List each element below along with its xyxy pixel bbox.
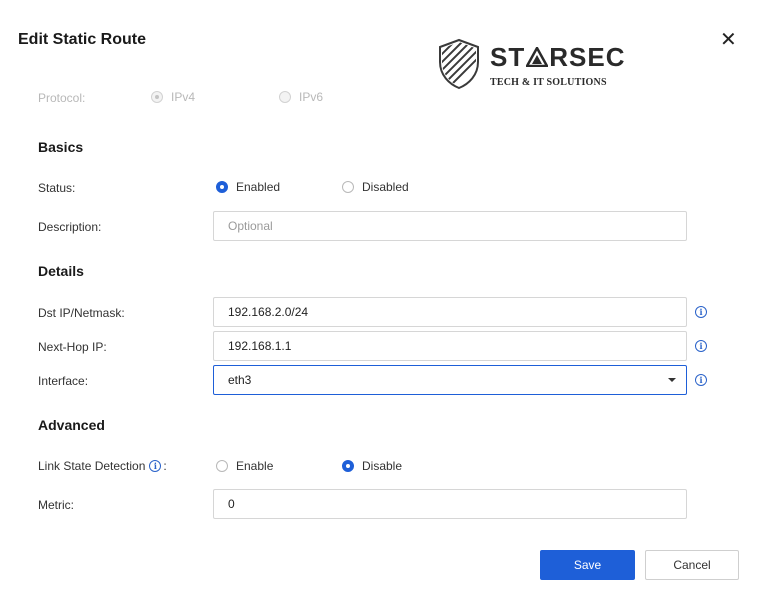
save-button[interactable]: Save [540, 550, 635, 580]
radio-dot [216, 181, 228, 193]
next-hop-ip-input[interactable]: 192.168.1.1 [213, 331, 687, 361]
dialog-title: Edit Static Route [18, 31, 147, 48]
link-state-enable-radio[interactable]: Enable [216, 459, 273, 473]
dst-ip-netmask-input[interactable]: 192.168.2.0/24 [213, 297, 687, 327]
dst-ip-netmask-value: 192.168.2.0/24 [228, 305, 309, 319]
status-enabled-radio[interactable]: Enabled [216, 180, 280, 194]
basics-heading: Basics [38, 139, 84, 155]
radio-dot [216, 460, 228, 472]
radio-dot [279, 91, 291, 103]
nexthop-info-icon[interactable]: i [695, 340, 707, 352]
interface-info-icon[interactable]: i [695, 374, 707, 386]
logo-wordmark: ST RSEC [490, 42, 625, 73]
link-state-disable-radio[interactable]: Disable [342, 459, 402, 473]
logo-tagline: TECH & IT SOLUTIONS [490, 77, 607, 88]
radio-dot [342, 181, 354, 193]
link-state-info-icon[interactable]: i [149, 460, 162, 472]
link-state-colon: : [163, 459, 167, 473]
protocol-ipv6-label: IPv6 [299, 90, 324, 104]
status-enabled-label: Enabled [236, 180, 281, 194]
metric-label: Metric: [38, 498, 74, 512]
details-heading: Details [38, 263, 84, 279]
logo-name-part2: RSEC [549, 42, 626, 72]
interface-value: eth3 [228, 373, 252, 387]
link-state-label-group: Link State Detection i : [38, 459, 167, 473]
status-disabled-radio[interactable]: Disabled [342, 180, 409, 194]
metric-value: 0 [228, 497, 235, 511]
radio-dot [342, 460, 354, 472]
link-state-enable-label: Enable [236, 459, 274, 473]
dst-info-icon[interactable]: i [695, 306, 707, 318]
chevron-down-icon [668, 378, 676, 382]
shield-logo-icon [439, 38, 479, 90]
cancel-button[interactable]: Cancel [645, 550, 739, 580]
protocol-label: Protocol: [38, 91, 86, 105]
description-placeholder: Optional [228, 219, 273, 233]
next-hop-ip-value: 192.168.1.1 [228, 339, 292, 353]
close-icon[interactable]: ✕ [720, 29, 737, 51]
description-input[interactable]: Optional [213, 211, 687, 241]
protocol-ipv4-radio: IPv4 [151, 90, 195, 104]
advanced-heading: Advanced [38, 417, 105, 433]
protocol-ipv4-label: IPv4 [171, 90, 196, 104]
status-label: Status: [38, 181, 76, 195]
interface-select[interactable]: eth3 [213, 365, 687, 395]
radio-dot [151, 91, 163, 103]
interface-label: Interface: [38, 374, 89, 388]
link-state-disable-label: Disable [362, 459, 403, 473]
dst-label: Dst IP/Netmask: [38, 306, 125, 320]
description-label: Description: [38, 220, 102, 234]
protocol-ipv6-radio: IPv6 [279, 90, 323, 104]
status-disabled-label: Disabled [362, 180, 409, 194]
logo-name-part1: ST [490, 42, 526, 72]
nexthop-label: Next-Hop IP: [38, 340, 107, 354]
link-state-label: Link State Detection [38, 459, 146, 473]
triangle-a-icon [526, 47, 549, 67]
metric-input[interactable]: 0 [213, 489, 687, 519]
